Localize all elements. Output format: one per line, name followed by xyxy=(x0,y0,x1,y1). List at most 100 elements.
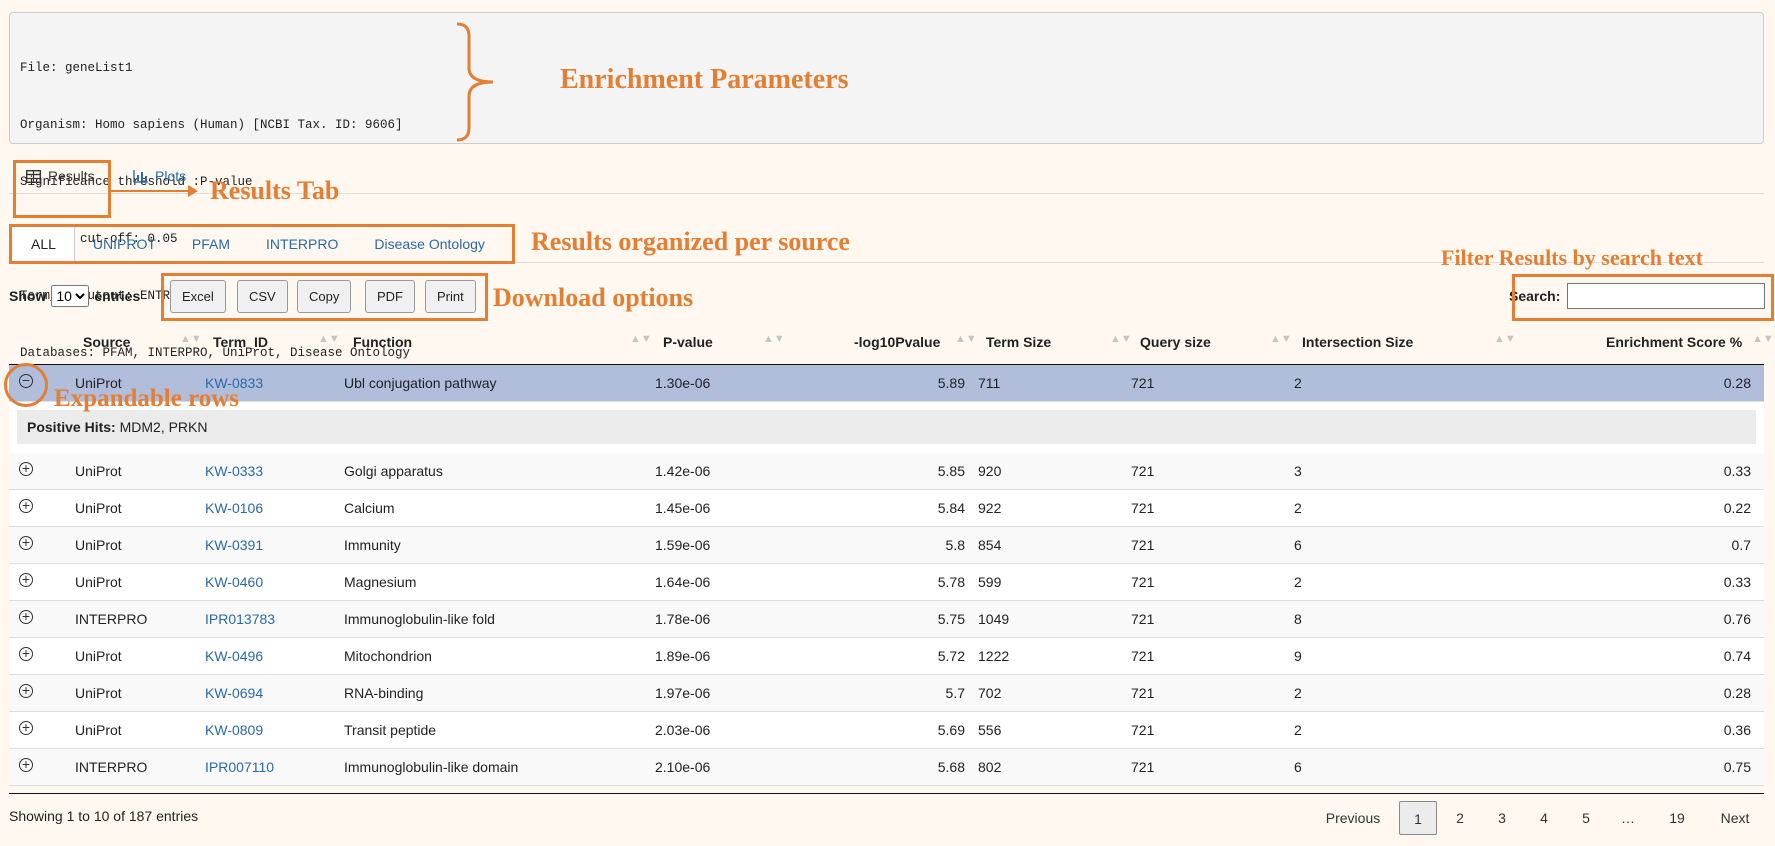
cell-pvalue: 1.59e-06 xyxy=(655,537,711,553)
cell-query-size: 721 xyxy=(1131,375,1155,391)
cell-source: UniProt xyxy=(75,685,122,701)
sort-icon[interactable]: ▲▼ xyxy=(763,333,785,345)
cell-log10: 5.78 xyxy=(937,574,965,590)
table-info: Showing 1 to 10 of 187 entries xyxy=(9,808,199,824)
col-function[interactable]: Function xyxy=(353,334,412,350)
tab-plots[interactable]: Plots xyxy=(133,168,186,184)
cell-query-size: 721 xyxy=(1131,685,1155,701)
col-pvalue[interactable]: P-value xyxy=(663,334,713,350)
pagination-next[interactable]: Next xyxy=(1710,801,1760,835)
cell-term-id[interactable]: KW-0496 xyxy=(205,648,263,664)
col-term-id[interactable]: Term_ID xyxy=(213,334,268,350)
expand-icon[interactable]: + xyxy=(19,683,33,698)
sort-icon[interactable]: ▲▼ xyxy=(955,333,977,345)
cell-term-id[interactable]: KW-0106 xyxy=(205,500,263,516)
cell-log10: 5.8 xyxy=(945,537,965,553)
cell-term-id[interactable]: KW-0460 xyxy=(205,574,263,590)
sort-icon[interactable]: ▲▼ xyxy=(180,333,202,345)
positive-hits: Positive Hits: MDM2, PRKN xyxy=(17,410,1756,444)
pagination-ellipsis: … xyxy=(1621,810,1635,826)
col-log10pvalue[interactable]: -log10Pvalue xyxy=(854,334,940,350)
table-row[interactable]: + UniProt KW-0809 Transit peptide 2.03e-… xyxy=(9,712,1764,749)
cell-score: 0.7 xyxy=(1731,537,1751,553)
cell-log10: 5.69 xyxy=(937,722,965,738)
bar-chart-icon xyxy=(133,169,148,183)
cell-pvalue: 1.45e-06 xyxy=(655,500,711,516)
sort-icon[interactable]: ▲▼ xyxy=(1752,333,1774,345)
cell-term-size: 1222 xyxy=(978,648,1010,664)
expand-icon[interactable]: + xyxy=(19,461,33,476)
sort-icon[interactable]: ▲▼ xyxy=(1110,333,1132,345)
cell-term-size: 556 xyxy=(978,722,1002,738)
expand-icon[interactable]: + xyxy=(19,572,33,587)
annotation-enrichment-parameters: Enrichment Parameters xyxy=(560,64,849,95)
expand-icon[interactable]: + xyxy=(19,498,33,513)
annotation-download: Download options xyxy=(493,283,694,312)
cell-log10: 5.7 xyxy=(945,685,965,701)
cell-term-id[interactable]: IPR013783 xyxy=(205,611,275,627)
pagination-page-2[interactable]: 2 xyxy=(1441,801,1479,835)
cell-score: 0.74 xyxy=(1723,648,1751,664)
table-row[interactable]: + UniProt KW-0694 RNA-binding 1.97e-06 5… xyxy=(9,675,1764,712)
cell-term-size: 1049 xyxy=(978,611,1010,627)
sort-icon[interactable]: ▲▼ xyxy=(1494,333,1516,345)
cell-log10: 5.85 xyxy=(937,463,965,479)
col-intersection-size[interactable]: Intersection Size xyxy=(1302,334,1413,350)
entries-label: entries xyxy=(94,288,141,304)
cell-term-size: 702 xyxy=(978,685,1002,701)
cell-term-id[interactable]: KW-0694 xyxy=(205,685,263,701)
cell-function: Golgi apparatus xyxy=(344,463,443,479)
cell-term-id[interactable]: KW-0333 xyxy=(205,463,263,479)
table-row[interactable]: + UniProt KW-0391 Immunity 1.59e-06 5.8 … xyxy=(9,527,1764,564)
cell-score: 0.36 xyxy=(1723,722,1751,738)
expand-icon[interactable]: + xyxy=(19,757,33,772)
table-row[interactable]: + INTERPRO IPR007110 Immunoglobulin-like… xyxy=(9,749,1764,786)
cell-function: Immunoglobulin-like domain xyxy=(344,759,519,775)
expand-icon[interactable]: + xyxy=(19,609,33,624)
col-enrichment-score[interactable]: Enrichment Score % xyxy=(1606,334,1742,350)
cell-term-size: 802 xyxy=(978,759,1002,775)
table-row[interactable]: + UniProt KW-0333 Golgi apparatus 1.42e-… xyxy=(9,453,1764,490)
cell-pvalue: 1.97e-06 xyxy=(655,685,711,701)
table-row[interactable]: + INTERPRO IPR013783 Immunoglobulin-like… xyxy=(9,601,1764,638)
positive-hits-value: MDM2, PRKN xyxy=(119,419,208,435)
pagination-page-5[interactable]: 5 xyxy=(1567,801,1605,835)
arrow-annotation xyxy=(110,185,198,197)
pagination-page-3[interactable]: 3 xyxy=(1483,801,1521,835)
pagination-page-19[interactable]: 19 xyxy=(1658,801,1696,835)
table-row[interactable]: + UniProt KW-0460 Magnesium 1.64e-06 5.7… xyxy=(9,564,1764,601)
table-row[interactable]: − UniProt KW-0833 Ubl conjugation pathwa… xyxy=(9,365,1764,402)
cell-term-id[interactable]: KW-0809 xyxy=(205,722,263,738)
cell-source: UniProt xyxy=(75,463,122,479)
expand-icon[interactable]: + xyxy=(19,720,33,735)
expand-icon[interactable]: + xyxy=(19,646,33,661)
cell-term-id[interactable]: IPR007110 xyxy=(205,759,274,775)
show-entries-control: Show 10 entries xyxy=(9,285,140,307)
sort-icon[interactable]: ▲▼ xyxy=(630,333,652,345)
cell-term-size: 599 xyxy=(978,574,1002,590)
cell-intersection: 2 xyxy=(1294,685,1302,701)
cell-pvalue: 1.89e-06 xyxy=(655,648,711,664)
col-query-size[interactable]: Query size xyxy=(1140,334,1211,350)
cell-score: 0.33 xyxy=(1723,574,1751,590)
table-row[interactable]: + UniProt KW-0496 Mitochondrion 1.89e-06… xyxy=(9,638,1764,675)
cell-log10: 5.68 xyxy=(937,759,965,775)
sort-icon[interactable]: ▲▼ xyxy=(318,333,340,345)
entries-select[interactable]: 10 xyxy=(51,285,90,307)
cell-query-size: 721 xyxy=(1131,648,1155,664)
cell-term-size: 922 xyxy=(978,500,1002,516)
param-line: File: geneList1 xyxy=(20,61,133,75)
cell-query-size: 721 xyxy=(1131,500,1155,516)
cell-intersection: 9 xyxy=(1294,648,1302,664)
cell-term-id[interactable]: KW-0391 xyxy=(205,537,263,553)
col-source[interactable]: Source xyxy=(83,334,130,350)
col-term-size[interactable]: Term Size xyxy=(986,334,1051,350)
pagination-previous[interactable]: Previous xyxy=(1318,801,1388,835)
table-row[interactable]: + UniProt KW-0106 Calcium 1.45e-06 5.84 … xyxy=(9,490,1764,527)
cell-function: Ubl conjugation pathway xyxy=(344,375,497,391)
sort-icon[interactable]: ▲▼ xyxy=(1270,333,1292,345)
pagination-page-1[interactable]: 1 xyxy=(1399,801,1437,835)
cell-intersection: 6 xyxy=(1294,537,1302,553)
pagination-page-4[interactable]: 4 xyxy=(1525,801,1563,835)
expand-icon[interactable]: + xyxy=(19,535,33,550)
